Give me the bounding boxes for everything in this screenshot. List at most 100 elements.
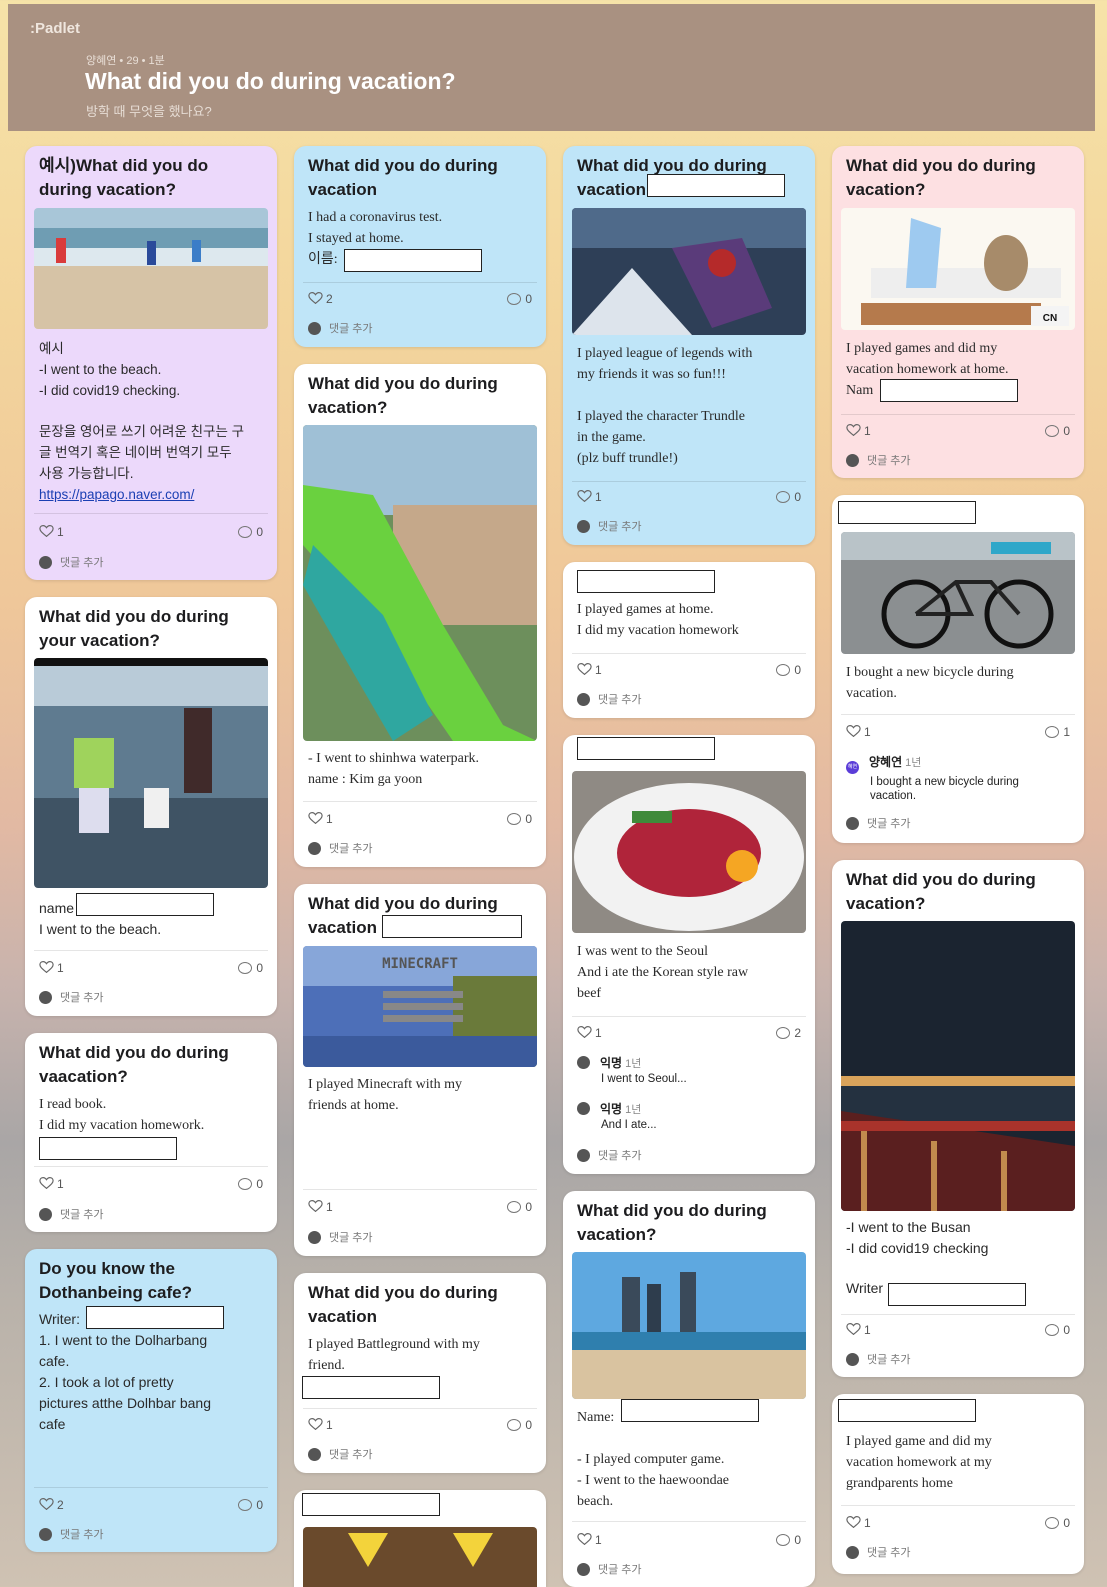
add-comment-button[interactable]: 댓글 추가 <box>39 1206 104 1222</box>
add-comment-button[interactable]: 댓글 추가 <box>577 518 642 534</box>
comment-count[interactable]: 0 <box>507 812 532 826</box>
add-comment-button[interactable]: 댓글 추가 <box>846 1351 911 1367</box>
redacted-name-box <box>838 501 976 524</box>
post-card[interactable]: Do you know the Dothanbeing cafe? Writer:… <box>25 1249 277 1552</box>
post-image-beach-family[interactable] <box>34 658 268 888</box>
post-title: What did you do during vacation? <box>308 374 498 417</box>
post-title: What did you do during vacation <box>308 156 498 199</box>
post-card[interactable]: I played game and did my vacation homewo… <box>832 1394 1084 1574</box>
post-card[interactable]: What did you do during vacation? - I went… <box>294 364 546 867</box>
post-card[interactable]: What did you do during vacation I played … <box>294 1273 546 1473</box>
post-title: What did you do during vacation <box>308 1283 498 1326</box>
add-comment-button[interactable]: 댓글 추가 <box>308 840 373 856</box>
post-image-busan-night[interactable] <box>841 921 1075 1211</box>
post-card[interactable]: What did you do during your vacation? nam… <box>25 597 277 1016</box>
avatar-icon <box>308 322 321 335</box>
like-button[interactable]: 1 <box>846 1323 871 1337</box>
post-image-raw-beef[interactable] <box>572 771 806 933</box>
post-body: 예시 -I went to the beach. -I did covid19 … <box>39 338 273 505</box>
like-button[interactable]: 2 <box>308 292 333 306</box>
avatar-icon <box>846 1546 859 1559</box>
add-comment-button[interactable]: 댓글 추가 <box>39 1526 104 1542</box>
add-comment-button[interactable]: 댓글 추가 <box>39 989 104 1005</box>
like-button[interactable]: 1 <box>846 725 871 739</box>
post-card[interactable]: 예시)What did you do during vacation? 예시 -I… <box>25 146 277 580</box>
like-button[interactable]: 1 <box>39 1177 64 1191</box>
post-image-waterpark[interactable] <box>303 425 537 741</box>
add-comment-button[interactable]: 댓글 추가 <box>308 320 373 336</box>
post-card[interactable]: What did you do during vacation? -I went … <box>832 860 1084 1377</box>
post-card[interactable]: I bought a new bicycle during vacation. … <box>832 495 1084 843</box>
like-button[interactable]: 1 <box>308 1418 333 1432</box>
post-image-game[interactable] <box>572 208 806 335</box>
post-card[interactable] <box>294 1490 546 1587</box>
post-image-bicycle[interactable] <box>841 532 1075 654</box>
like-button[interactable]: 1 <box>846 1516 871 1530</box>
comment-count[interactable]: 2 <box>776 1026 801 1040</box>
post-card[interactable]: I played games at home. I did my vacatio… <box>563 562 815 718</box>
add-comment-button[interactable]: 댓글 추가 <box>308 1446 373 1462</box>
comment-count[interactable]: 0 <box>507 1418 532 1432</box>
comment-icon <box>776 491 791 503</box>
add-comment-button[interactable]: 댓글 추가 <box>846 1544 911 1560</box>
padlet-logo[interactable]: :Padlet <box>30 20 80 37</box>
minecraft-logo: MINECRAFT <box>382 956 458 972</box>
like-button[interactable]: 1 <box>577 1026 602 1040</box>
post-card[interactable]: What did you do during vacation? CN I pla… <box>832 146 1084 478</box>
comment-count[interactable]: 0 <box>507 292 532 306</box>
comment-count[interactable]: 0 <box>776 490 801 504</box>
comment-count[interactable]: 0 <box>507 1200 532 1214</box>
heart-icon <box>308 1200 323 1212</box>
haeundae-beach-photo <box>572 1252 806 1399</box>
add-comment-button[interactable]: 댓글 추가 <box>39 554 104 570</box>
like-button[interactable]: 1 <box>308 812 333 826</box>
post-image-beach[interactable] <box>34 208 268 329</box>
post-card[interactable]: What did you do during vacation I played … <box>563 146 815 545</box>
heart-icon <box>846 1516 861 1528</box>
post-card[interactable]: What did you do during vaacation? I read … <box>25 1033 277 1232</box>
papago-link[interactable]: https://papago.naver.com/ <box>39 484 273 505</box>
comment: 익명 1년 And I ate... <box>577 1100 657 1131</box>
post-image-haeundae[interactable] <box>572 1252 806 1399</box>
post-card[interactable]: I was went to the Seoul And i ate the Ko… <box>563 735 815 1174</box>
like-button[interactable]: 1 <box>577 1533 602 1547</box>
add-comment-button[interactable]: 댓글 추가 <box>846 452 911 468</box>
comment-count[interactable]: 0 <box>238 961 263 975</box>
like-button[interactable]: 1 <box>39 961 64 975</box>
comment-count[interactable]: 0 <box>1045 1323 1070 1337</box>
comment-count[interactable]: 0 <box>238 1177 263 1191</box>
comment: 익명 1년 I went to Seoul... <box>577 1054 687 1085</box>
add-comment-button[interactable]: 댓글 추가 <box>577 691 642 707</box>
comment-count[interactable]: 0 <box>238 525 263 539</box>
like-button[interactable]: 1 <box>577 490 602 504</box>
add-comment-button[interactable]: 댓글 추가 <box>308 1229 373 1245</box>
like-button[interactable]: 1 <box>308 1200 333 1214</box>
post-title: What did you do during your vacation? <box>39 607 229 650</box>
post-image-cartoon[interactable]: CN <box>841 208 1075 330</box>
post-body: I played Battleground with my friend. <box>308 1337 480 1373</box>
like-button[interactable]: 1 <box>577 663 602 677</box>
post-card[interactable]: What did you do during vacation? Name: - … <box>563 1191 815 1587</box>
redacted-name-box <box>577 737 715 760</box>
bicycle-photo <box>841 532 1075 654</box>
post-card[interactable]: What did you do during vacation MINECRAFT… <box>294 884 546 1256</box>
comment-count[interactable]: 0 <box>776 663 801 677</box>
like-button[interactable]: 1 <box>39 525 64 539</box>
comment-count[interactable]: 0 <box>238 1498 263 1512</box>
comment-count[interactable]: 0 <box>776 1533 801 1547</box>
post-body: I was went to the Seoul And i ate the Ko… <box>577 944 749 1001</box>
redacted-name-box <box>577 570 715 593</box>
comment-count[interactable]: 0 <box>1045 424 1070 438</box>
add-comment-button[interactable]: 댓글 추가 <box>846 815 911 831</box>
post-image[interactable] <box>303 1527 537 1587</box>
comment-count[interactable]: 0 <box>1045 1516 1070 1530</box>
avatar-icon <box>577 1563 590 1576</box>
comment-count[interactable]: 1 <box>1045 725 1070 739</box>
like-button[interactable]: 2 <box>39 1498 64 1512</box>
post-card[interactable]: What did you do during vacation I had a c… <box>294 146 546 347</box>
post-image-minecraft[interactable]: MINECRAFT <box>303 946 537 1067</box>
like-button[interactable]: 1 <box>846 424 871 438</box>
add-comment-button[interactable]: 댓글 추가 <box>577 1147 642 1163</box>
post-title: What did you do during vacation? <box>846 156 1036 199</box>
add-comment-button[interactable]: 댓글 추가 <box>577 1561 642 1577</box>
